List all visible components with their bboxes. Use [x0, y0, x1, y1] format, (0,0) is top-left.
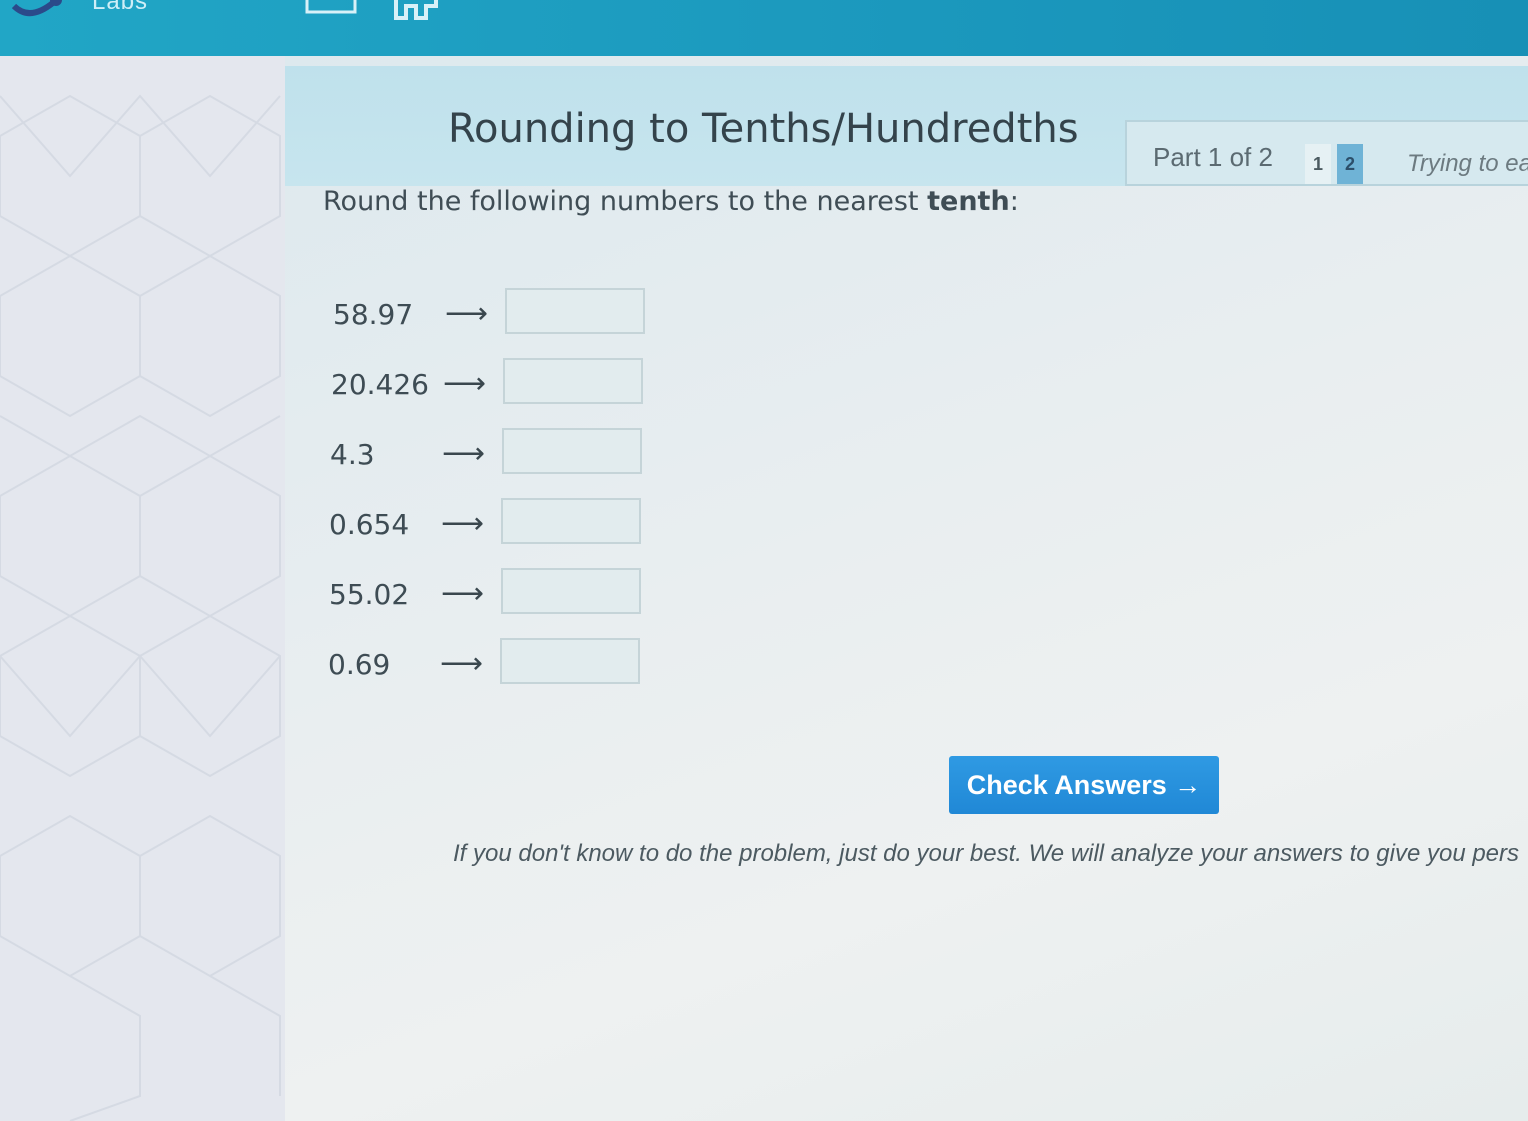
arrow-icon: ⟶: [440, 647, 484, 680]
part-label: Part 1 of 2: [1153, 142, 1273, 172]
header-band: Rounding to Tenths/Hundredths Part 1 of …: [285, 66, 1528, 186]
arrow-icon: ⟶: [443, 367, 487, 400]
main-content: Rounding to Tenths/Hundredths Part 1 of …: [285, 56, 1528, 1121]
instruction-text: Round the following numbers to the neare…: [323, 186, 1019, 217]
answer-input[interactable]: [503, 358, 643, 404]
arrow-icon: ⟶: [445, 297, 489, 330]
arrow-icon: ⟶: [441, 507, 485, 540]
answer-input[interactable]: [505, 288, 645, 334]
answer-input[interactable]: [500, 638, 640, 684]
answer-input[interactable]: [501, 498, 641, 544]
part-2-button[interactable]: 2: [1337, 144, 1363, 184]
status-text: Trying to ea: [1407, 150, 1528, 177]
left-decorative-panel: [0, 56, 285, 1121]
logo-icon[interactable]: [10, 0, 70, 20]
instruction-emphasis: tenth: [927, 186, 1010, 217]
problem-number: 58.97: [333, 298, 414, 331]
problem-number: 4.3: [330, 438, 375, 471]
arrow-icon: ⟶: [441, 577, 485, 610]
check-answers-button[interactable]: Check Answers →: [949, 756, 1219, 814]
logo-text: Labs: [92, 0, 149, 15]
top-app-bar: Labs: [0, 0, 1528, 56]
hexagon-pattern-background: [0, 94, 281, 1121]
arrow-icon: ⟶: [442, 437, 486, 470]
problem-number: 0.69: [328, 648, 391, 681]
part-1-button[interactable]: 1: [1305, 144, 1331, 184]
answer-input[interactable]: [501, 568, 641, 614]
instruction-suffix: :: [1009, 186, 1019, 217]
part-indicator: Part 1 of 2 1 2 Trying to ea: [1125, 120, 1528, 186]
home-icon[interactable]: [392, 0, 440, 24]
problem-number: 0.654: [329, 508, 410, 541]
problem-number: 55.02: [329, 578, 410, 611]
problem-number: 20.426: [331, 368, 429, 401]
instruction-prefix: Round the following numbers to the neare…: [323, 186, 928, 217]
page-title: Rounding to Tenths/Hundredths: [448, 106, 1079, 152]
answer-input[interactable]: [502, 428, 642, 474]
monitor-icon[interactable]: [305, 0, 357, 16]
hint-text: If you don't know to do the problem, jus…: [453, 840, 1520, 867]
